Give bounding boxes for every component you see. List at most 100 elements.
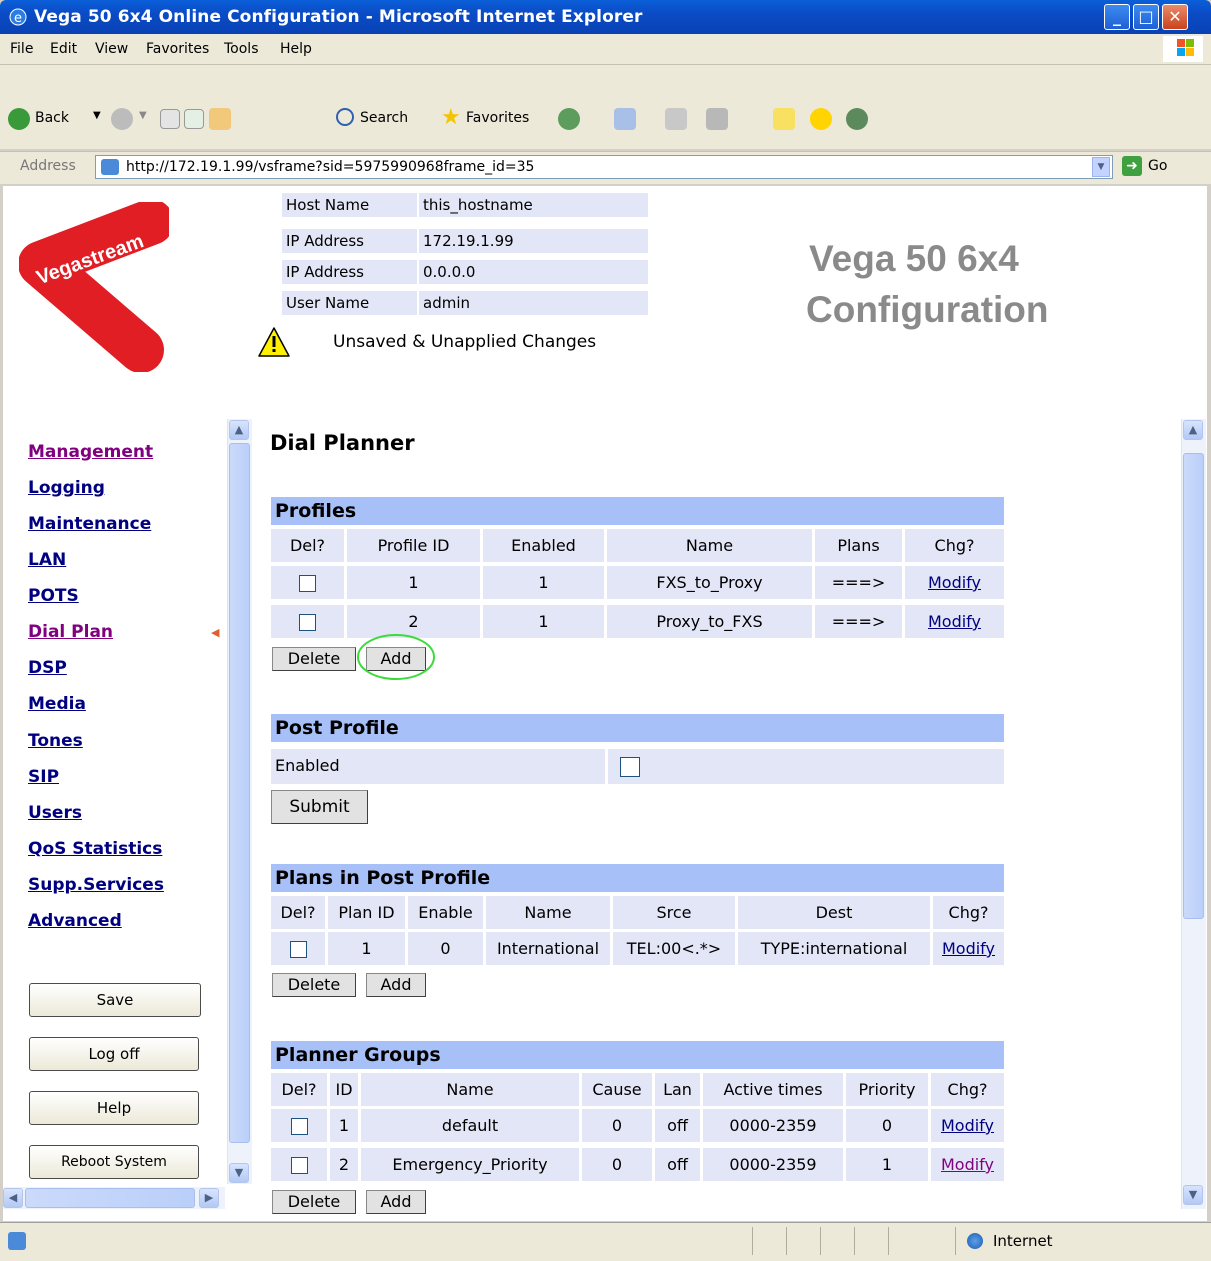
sidebar-h-scroll-thumb[interactable]	[25, 1188, 195, 1208]
research-icon[interactable]	[846, 108, 868, 130]
nav-tones[interactable]: Tones	[28, 731, 83, 751]
sidebar-h-scrollbar[interactable]: ◀ ▶	[3, 1187, 225, 1209]
home-icon[interactable]	[209, 108, 231, 130]
search-button[interactable]: Search	[360, 110, 408, 126]
post-profile-enabled-label: Enabled	[271, 749, 605, 784]
log-off-button[interactable]: Log off	[29, 1037, 199, 1071]
nav-lan[interactable]: LAN	[28, 550, 66, 570]
nav-media[interactable]: Media	[28, 694, 86, 714]
reboot-system-button[interactable]: Reboot System	[29, 1145, 199, 1179]
plans-col-chg: Chg?	[933, 896, 1004, 929]
plan-row-1-srce: TEL:00<.*>	[613, 932, 735, 965]
ip-address-value: 172.19.1.99	[419, 229, 648, 253]
profiles-delete-button[interactable]: Delete	[272, 647, 356, 671]
nav-logging[interactable]: Logging	[28, 478, 105, 498]
sidebar-scrollbar[interactable]: ▲ ▼	[227, 419, 252, 1184]
plan-1-modify-link[interactable]: Modify	[942, 939, 995, 958]
submit-button[interactable]: Submit	[271, 790, 368, 824]
address-input[interactable]: http://172.19.1.99/vsframe?sid=597599096…	[95, 155, 1113, 179]
messenger-icon[interactable]	[810, 108, 832, 130]
groups-col-id: ID	[330, 1073, 358, 1106]
refresh-icon[interactable]	[184, 109, 204, 129]
mail-icon[interactable]	[614, 108, 636, 130]
sidebar-scroll-right-icon[interactable]: ▶	[199, 1188, 219, 1208]
plans-add-button[interactable]: Add	[366, 973, 426, 997]
sidebar-scroll-thumb[interactable]	[229, 443, 250, 1143]
favorites-button[interactable]: Favorites	[466, 110, 529, 126]
plans-delete-button[interactable]: Delete	[272, 973, 356, 997]
profiles-col-id: Profile ID	[347, 529, 480, 562]
post-profile-enabled-checkbox[interactable]	[620, 756, 640, 777]
group-1-modify-link[interactable]: Modify	[941, 1116, 994, 1135]
back-button[interactable]: Back	[35, 110, 69, 126]
save-button[interactable]: Save	[29, 983, 201, 1017]
nav-advanced[interactable]: Advanced	[28, 911, 122, 931]
nav-sip[interactable]: SIP	[28, 767, 59, 787]
profile-row-1-del	[271, 566, 344, 599]
search-icon[interactable]	[336, 108, 354, 126]
group-row-1-lan: off	[655, 1109, 700, 1142]
profile-1-delete-checkbox[interactable]	[299, 575, 316, 592]
nav-maintenance[interactable]: Maintenance	[28, 514, 151, 534]
nav-pots[interactable]: POTS	[28, 586, 79, 606]
sidebar-scroll-down-icon[interactable]: ▼	[229, 1163, 249, 1183]
internet-globe-icon	[967, 1233, 983, 1249]
plan-row-1-del	[271, 932, 325, 965]
ip-address-label: IP Address	[282, 229, 417, 253]
go-button[interactable]: Go	[1148, 158, 1167, 174]
back-dropdown-icon[interactable]: ▼	[93, 110, 101, 121]
nav-qos-statistics[interactable]: QoS Statistics	[28, 839, 162, 859]
forward-dropdown-icon[interactable]: ▼	[139, 110, 147, 121]
group-2-delete-checkbox[interactable]	[290, 1157, 308, 1174]
help-button[interactable]: Help	[29, 1091, 199, 1125]
groups-col-chg: Chg?	[931, 1073, 1004, 1106]
main-scroll-thumb[interactable]	[1183, 453, 1204, 919]
back-arrow-icon[interactable]	[8, 108, 30, 130]
forward-arrow-icon[interactable]	[111, 108, 133, 130]
history-icon[interactable]	[558, 108, 580, 130]
print-icon[interactable]	[665, 108, 687, 130]
svg-text:e: e	[14, 11, 22, 26]
main-scrollbar[interactable]: ▲ ▼	[1181, 419, 1206, 1209]
menu-favorites[interactable]: Favorites	[146, 41, 209, 57]
group-2-modify-link[interactable]: Modify	[941, 1155, 994, 1174]
address-dropdown-icon[interactable]: ▼	[1092, 157, 1110, 177]
group-row-1-name: default	[361, 1109, 579, 1142]
go-arrow-icon[interactable]: ➜	[1122, 156, 1142, 176]
profile-2-delete-checkbox[interactable]	[299, 614, 316, 631]
minimize-button[interactable]: _	[1104, 4, 1130, 30]
sidebar-scroll-left-icon[interactable]: ◀	[3, 1188, 23, 1208]
group-1-delete-checkbox[interactable]	[290, 1118, 308, 1135]
profile-1-modify-link[interactable]: Modify	[928, 573, 981, 592]
maximize-button[interactable]: □	[1133, 4, 1159, 30]
favorites-star-icon[interactable]: ★	[441, 105, 461, 130]
profiles-col-name: Name	[607, 529, 812, 562]
menu-file[interactable]: File	[10, 41, 33, 57]
plan-row-1-chg: Modify	[933, 932, 1004, 965]
menu-help[interactable]: Help	[280, 41, 312, 57]
nav-users[interactable]: Users	[28, 803, 82, 823]
nav-dial-plan[interactable]: Dial Plan	[28, 622, 113, 642]
nav-supp-services[interactable]: Supp.Services	[28, 875, 164, 895]
stop-icon[interactable]	[160, 109, 180, 129]
nav-dsp[interactable]: DSP	[28, 658, 67, 678]
main-scroll-down-icon[interactable]: ▼	[1183, 1185, 1203, 1205]
sidebar-scroll-up-icon[interactable]: ▲	[229, 420, 249, 440]
groups-add-button[interactable]: Add	[366, 1190, 426, 1214]
profiles-col-chg: Chg?	[905, 529, 1004, 562]
menu-edit[interactable]: Edit	[50, 41, 77, 57]
close-button[interactable]: ✕	[1162, 4, 1188, 30]
status-bar: Internet	[0, 1222, 1211, 1261]
menu-tools[interactable]: Tools	[224, 41, 259, 57]
main-scroll-up-icon[interactable]: ▲	[1183, 420, 1203, 440]
discuss-icon[interactable]	[773, 108, 795, 130]
profile-2-modify-link[interactable]: Modify	[928, 612, 981, 631]
page-icon	[101, 159, 119, 175]
groups-delete-button[interactable]: Delete	[272, 1190, 356, 1214]
menu-view[interactable]: View	[95, 41, 128, 57]
edit-icon[interactable]	[706, 108, 728, 130]
nav-management[interactable]: Management	[28, 442, 153, 462]
plan-1-delete-checkbox[interactable]	[289, 941, 307, 958]
group-row-1-id: 1	[330, 1109, 358, 1142]
page-heading: Dial Planner	[270, 431, 415, 455]
